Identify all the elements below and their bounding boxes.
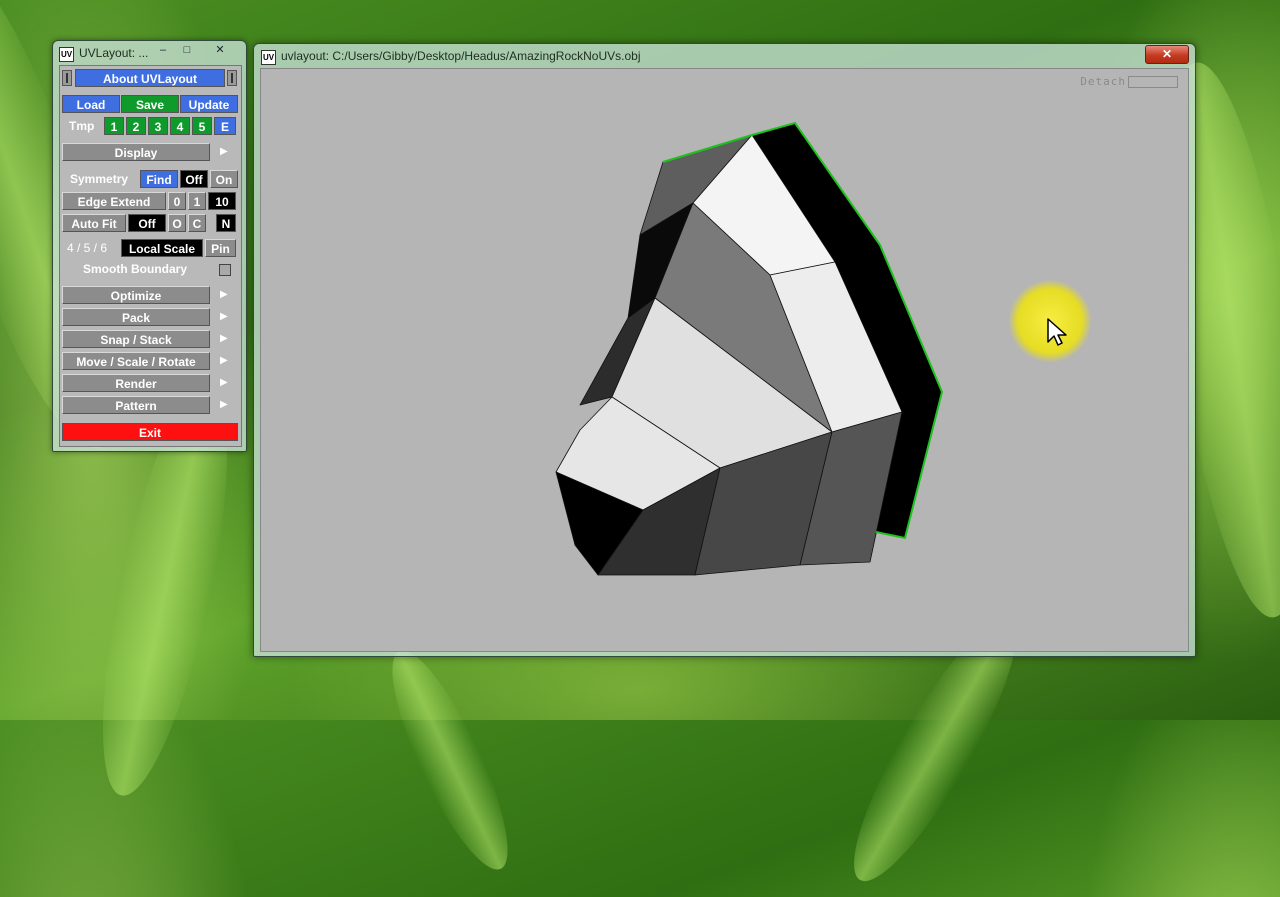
rock-mesh[interactable] xyxy=(0,0,1280,720)
mouse-cursor-icon xyxy=(1047,318,1067,346)
